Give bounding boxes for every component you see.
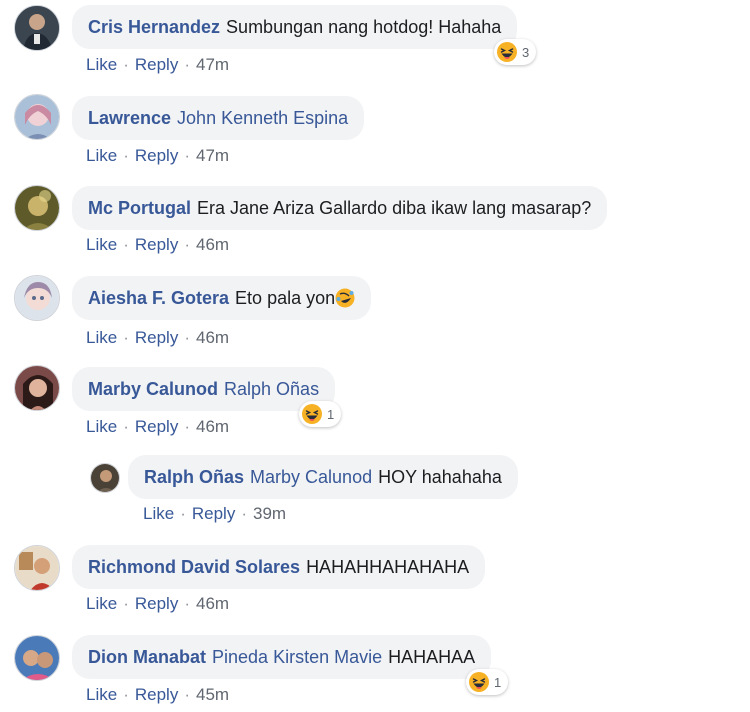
laughing-emoji-icon (302, 404, 322, 424)
comment-actions: Like · Reply · 46m (86, 417, 230, 436)
comment-actions: Like · Reply · 46m (86, 328, 230, 347)
avatar-photo-icon (15, 95, 59, 139)
reply-link[interactable]: Reply (135, 417, 178, 436)
comment-bubble: Richmond David Solares HAHAHHAHAHAHA (72, 545, 486, 589)
comment-text: Sumbungan nang hotdog! Hahaha (226, 16, 502, 37)
reply-link[interactable]: Reply (135, 685, 178, 704)
comment-text: HAHAHAA (388, 646, 476, 667)
avatar[interactable] (14, 185, 60, 231)
timestamp[interactable]: 47m (196, 146, 229, 165)
laughing-emoji-icon (469, 672, 489, 692)
timestamp[interactable]: 47m (196, 55, 229, 74)
avatar[interactable] (14, 545, 60, 591)
reply-link[interactable]: Reply (135, 328, 178, 347)
reply-link[interactable]: Reply (135, 594, 178, 613)
avatar[interactable] (14, 635, 60, 681)
timestamp[interactable]: 39m (253, 504, 286, 523)
comment-bubble: Cris Hernandez Sumbungan nang hotdog! Ha… (72, 5, 518, 49)
like-link[interactable]: Like (86, 235, 117, 254)
reaction-badge[interactable]: 1 (466, 669, 509, 695)
avatar[interactable] (14, 5, 60, 51)
comment-text: HAHAHHAHAHAHA (306, 556, 470, 577)
mention-link[interactable]: Pineda Kirsten Mavie (212, 647, 382, 668)
avatar-photo-icon (15, 186, 59, 230)
laughing-emoji-icon (497, 42, 517, 62)
comment-bubble: Mc Portugal Era Jane Ariza Gallardo diba… (72, 186, 608, 230)
comment-bubble: Aiesha F. Gotera Eto pala yon (72, 276, 372, 320)
timestamp[interactable]: 46m (196, 235, 229, 254)
author-name[interactable]: Mc Portugal (88, 198, 191, 219)
author-name[interactable]: Lawrence (88, 108, 171, 129)
avatar[interactable] (90, 463, 120, 493)
author-name[interactable]: Marby Calunod (88, 379, 218, 400)
like-link[interactable]: Like (143, 504, 174, 523)
author-name[interactable]: Ralph Oñas (144, 467, 244, 488)
comment-text: HOY hahahaha (378, 466, 502, 487)
comment-actions: Like · Reply · 47m (86, 146, 230, 165)
reply-link[interactable]: Reply (135, 146, 178, 165)
reaction-count: 1 (327, 406, 335, 422)
author-name[interactable]: Aiesha F. Gotera (88, 288, 229, 309)
timestamp[interactable]: 46m (196, 417, 229, 436)
comment-actions: Like · Reply · 47m (86, 55, 230, 74)
avatar[interactable] (14, 365, 60, 411)
comment-text: Eto pala yon (235, 287, 336, 308)
like-link[interactable]: Like (86, 417, 117, 436)
reply-link[interactable]: Reply (135, 55, 178, 74)
reaction-badge[interactable]: 1 (299, 401, 342, 427)
avatar-photo-icon (15, 366, 59, 410)
author-name[interactable]: Dion Manabat (88, 647, 206, 668)
comment-bubble: Dion Manabat Pineda Kirsten Mavie HAHAHA… (72, 635, 492, 679)
comment-actions: Like · Reply · 45m (86, 685, 230, 704)
comment-actions: Like · Reply · 46m (86, 235, 230, 254)
reply-link[interactable]: Reply (192, 504, 235, 523)
like-link[interactable]: Like (86, 328, 117, 347)
like-link[interactable]: Like (86, 594, 117, 613)
comment-bubble: Lawrence John Kenneth Espina (72, 96, 365, 140)
avatar-photo-icon (15, 276, 59, 320)
comment-bubble: Marby Calunod Ralph Oñas (72, 367, 336, 411)
avatar-photo-icon (15, 636, 59, 680)
author-name[interactable]: Richmond David Solares (88, 557, 300, 578)
mention-link[interactable]: Marby Calunod (250, 467, 372, 488)
author-name[interactable]: Cris Hernandez (88, 17, 220, 38)
reply-link[interactable]: Reply (135, 235, 178, 254)
timestamp[interactable]: 46m (196, 328, 229, 347)
comment-text: Era Jane Ariza Gallardo diba ikaw lang m… (197, 197, 592, 218)
like-link[interactable]: Like (86, 685, 117, 704)
mention-link[interactable]: John Kenneth Espina (177, 108, 348, 129)
comment-actions: Like · Reply · 46m (86, 594, 230, 613)
comment-actions: Like · Reply · 39m (143, 504, 287, 523)
reaction-count: 1 (494, 674, 502, 690)
avatar-photo-icon (15, 6, 59, 50)
avatar-photo-icon (91, 464, 119, 492)
like-link[interactable]: Like (86, 55, 117, 74)
reaction-badge[interactable]: 3 (494, 39, 537, 65)
comment-bubble: Ralph Oñas Marby Calunod HOY hahahaha (128, 455, 518, 499)
timestamp[interactable]: 46m (196, 594, 229, 613)
reaction-count: 3 (522, 44, 530, 60)
mention-link[interactable]: Ralph Oñas (224, 379, 319, 400)
avatar[interactable] (14, 94, 60, 140)
avatar-photo-icon (15, 546, 59, 590)
avatar[interactable] (14, 275, 60, 321)
like-link[interactable]: Like (86, 146, 117, 165)
rofl-emoji-icon (335, 288, 356, 308)
timestamp[interactable]: 45m (196, 685, 229, 704)
